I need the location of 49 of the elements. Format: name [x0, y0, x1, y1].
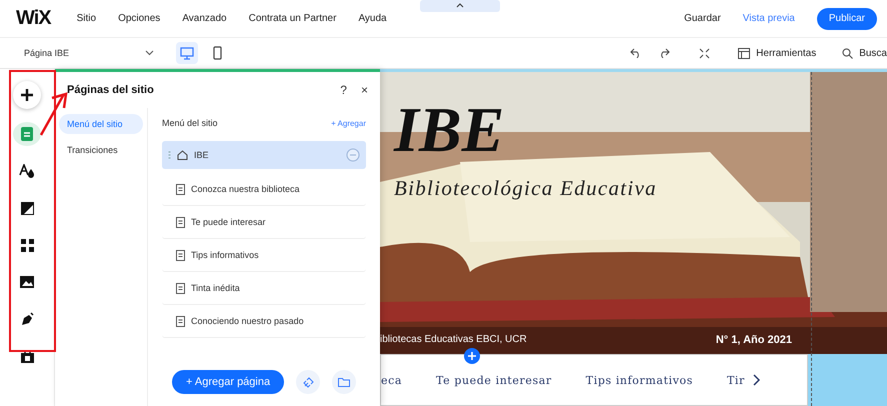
- add-link[interactable]: + Agregar: [331, 118, 366, 128]
- help-button[interactable]: ?: [340, 83, 347, 97]
- site-subtitle: Bibliotecológica Educativa: [394, 176, 657, 201]
- save-link[interactable]: Guardar: [684, 13, 721, 24]
- nav-link[interactable]: Te puede interesar: [436, 374, 552, 386]
- tools-button[interactable]: Herramientas: [738, 48, 816, 58]
- preview-link[interactable]: Vista previa: [742, 13, 795, 24]
- pen-nib-icon: [20, 312, 34, 326]
- panel-tab[interactable]: Transiciones: [59, 140, 143, 160]
- panel-title: Páginas del sitio: [67, 84, 155, 96]
- folder-icon[interactable]: [332, 370, 356, 394]
- link-icon[interactable]: [296, 370, 320, 394]
- layout-icon: [738, 48, 750, 58]
- image-icon: [20, 276, 34, 288]
- chevron-right-icon[interactable]: [752, 374, 760, 386]
- chevron-down-icon: [145, 50, 154, 56]
- search-icon: [842, 48, 854, 58]
- device-toggle[interactable]: [176, 42, 198, 64]
- panel-tab[interactable]: Menú del sitio: [59, 114, 143, 134]
- list-title: Menú del sitio: [162, 118, 218, 128]
- drag-handle-icon: [168, 151, 171, 159]
- grid-icon: [20, 238, 34, 252]
- page-dropdown[interactable]: Página IBE: [24, 48, 154, 58]
- plus-icon: [20, 88, 34, 102]
- nav-link[interactable]: Tips informativos: [586, 374, 693, 386]
- menu-item[interactable]: Contrata un Partner: [248, 13, 336, 24]
- nav-link[interactable]: Tir: [726, 374, 745, 386]
- desktop-icon: [180, 46, 194, 60]
- font-drop-icon: [19, 164, 35, 178]
- collapse-handle[interactable]: [420, 0, 500, 12]
- page-icon: [21, 127, 33, 141]
- close-button[interactable]: ×: [360, 83, 368, 97]
- search-button[interactable]: Busca: [842, 48, 887, 58]
- menu-item[interactable]: Avanzado: [182, 13, 227, 24]
- add-page-button[interactable]: + Agregar página: [172, 370, 284, 394]
- wix-logo[interactable]: WiX: [16, 7, 51, 30]
- menu-item[interactable]: Sitio: [76, 13, 96, 24]
- credit-text: ibliotecas Educativas EBCI, UCR: [380, 334, 527, 346]
- publish-button[interactable]: Publicar: [816, 8, 877, 30]
- nav-link[interactable]: eca: [381, 374, 402, 386]
- plus-icon: [468, 352, 476, 360]
- menu-item[interactable]: Ayuda: [358, 13, 387, 24]
- mobile-icon: [212, 46, 222, 60]
- briefcase-icon: [20, 350, 34, 362]
- menu-item[interactable]: Opciones: [118, 13, 160, 24]
- contrast-square-icon: [20, 202, 34, 214]
- issue-text: N° 1, Año 2021: [716, 334, 792, 346]
- site-title: IBE: [394, 98, 504, 162]
- page-item[interactable]: IBE: [162, 141, 366, 169]
